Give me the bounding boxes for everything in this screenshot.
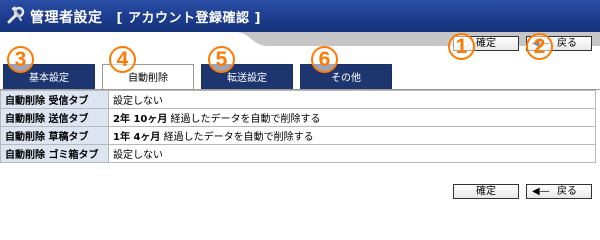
back-arrow-icon: ◀— bbox=[532, 186, 550, 197]
callout-badge-1: 1 bbox=[448, 33, 475, 60]
table-row: 自動削除 草稿タブ 1年 4ヶ月 経過したデータを自動で削除する bbox=[0, 126, 596, 145]
table-row: 自動削除 送信タブ 2年 10ヶ月 経過したデータを自動で削除する bbox=[0, 108, 596, 127]
row-key: 自動削除 送信タブ bbox=[0, 108, 109, 127]
callout-badge-3: 3 bbox=[7, 46, 34, 73]
row-value: 設定しない bbox=[108, 144, 596, 163]
confirm-button-bottom[interactable]: 確定 bbox=[453, 184, 519, 199]
callout-badge-4: 4 bbox=[109, 46, 136, 73]
title-bar: 管理者設定[ アカウント登録確認 ] bbox=[0, 0, 600, 32]
back-button-bottom[interactable]: ◀— 戻る bbox=[526, 184, 592, 199]
table-row: 自動削除 ゴミ箱タブ 設定しない bbox=[0, 144, 596, 163]
row-key: 自動削除 草稿タブ bbox=[0, 126, 109, 145]
callout-badge-2: 2 bbox=[526, 33, 553, 60]
row-key: 自動削除 受信タブ bbox=[0, 90, 109, 109]
settings-table: 自動削除 受信タブ 設定しない 自動削除 送信タブ 2年 10ヶ月 経過したデー… bbox=[0, 90, 596, 163]
row-value: 設定しない bbox=[108, 90, 596, 109]
table-row: 自動削除 受信タブ 設定しない bbox=[0, 90, 596, 109]
page-title: 管理者設定[ アカウント登録確認 ] bbox=[30, 10, 261, 26]
row-value: 2年 10ヶ月 経過したデータを自動で削除する bbox=[108, 108, 596, 127]
tools-icon bbox=[6, 5, 26, 25]
callout-badge-5: 5 bbox=[208, 46, 235, 73]
row-key: 自動削除 ゴミ箱タブ bbox=[0, 144, 109, 163]
page-subtitle: [ アカウント登録確認 ] bbox=[116, 11, 261, 26]
callout-badge-6: 6 bbox=[311, 46, 338, 73]
row-value: 1年 4ヶ月 経過したデータを自動で削除する bbox=[108, 126, 596, 145]
